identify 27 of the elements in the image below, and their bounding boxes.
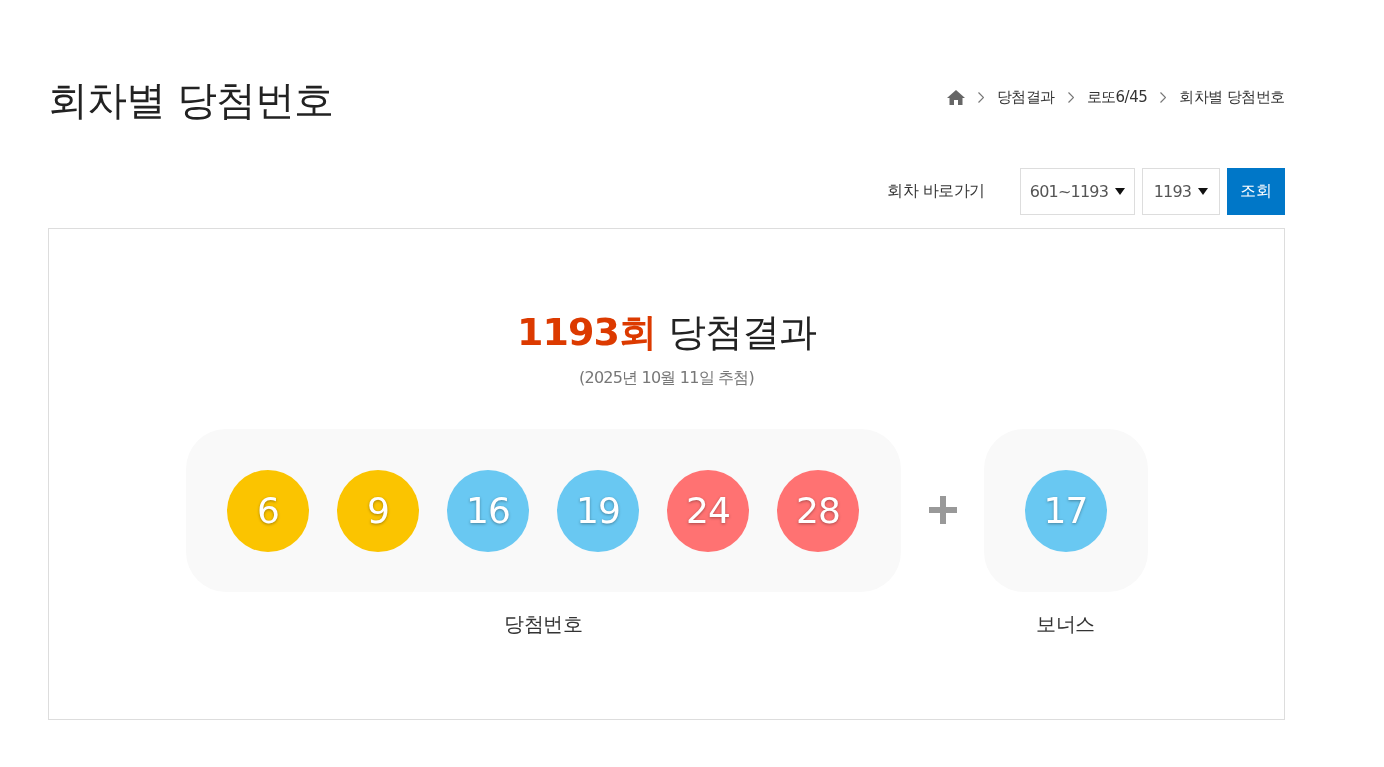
draw-date: (2025년 10월 11일 추첨) [579, 367, 754, 389]
number-ball: 28 [777, 469, 859, 552]
round-range-select[interactable]: 601~1193 [1020, 168, 1135, 215]
chevron-right-icon [1160, 91, 1167, 103]
chevron-right-icon [1067, 91, 1074, 103]
number-ball: 6 [227, 469, 309, 552]
search-button[interactable]: 조회 [1227, 168, 1285, 215]
caret-icon [1198, 188, 1209, 195]
breadcrumb-link[interactable]: 당첨결과 [996, 87, 1055, 107]
number-ball: 24 [667, 469, 749, 552]
winning-numbers-label: 당첨번호 [504, 611, 582, 637]
breadcrumb-link[interactable]: 로또6/45 [1086, 87, 1148, 107]
breadcrumb-link[interactable]: 회차별 당첨번호 [1179, 87, 1285, 107]
caret-icon [1115, 188, 1126, 195]
result-heading: 당첨결과 [667, 309, 816, 355]
plus-icon [928, 496, 957, 524]
bonus-ball: 17 [1024, 469, 1107, 552]
number-ball: 9 [337, 469, 419, 552]
bonus-label: 보너스 [1036, 611, 1095, 637]
round-number: 1193회 [517, 309, 656, 355]
chevron-right-icon [977, 91, 984, 103]
number-ball: 19 [557, 469, 639, 552]
page-title: 회차별 당첨번호 [48, 76, 333, 124]
number-ball: 16 [447, 469, 529, 552]
round-jump-label: 회차 바로가기 [887, 181, 985, 202]
home-icon[interactable] [946, 89, 965, 105]
round-select[interactable]: 1193 [1142, 168, 1220, 215]
